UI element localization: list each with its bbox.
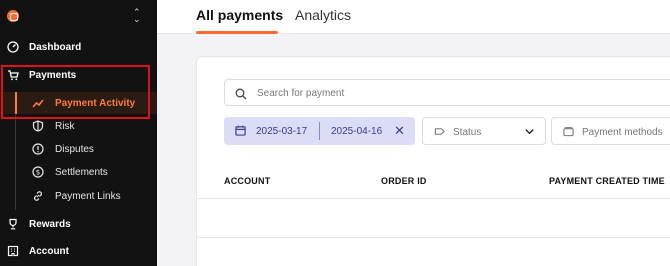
payment-methods-filter[interactable]: Payment methods [551, 117, 670, 145]
trophy-icon [7, 218, 19, 230]
link-icon [32, 190, 44, 202]
sidebar-item-account[interactable]: Account [0, 240, 157, 262]
date-start[interactable]: 2025-03-17 [256, 126, 307, 137]
status-filter-label: Status [453, 127, 482, 138]
sidebar-item-label: Payment Links [55, 190, 121, 202]
tab-all-payments[interactable]: All payments [196, 7, 283, 23]
sidebar-item-label: Dashboard [29, 41, 82, 53]
column-header-account[interactable]: ACCOUNT [224, 176, 270, 186]
status-filter[interactable]: Status [422, 117, 546, 145]
search-icon [235, 87, 247, 105]
highlight-box [1, 65, 150, 119]
date-separator [319, 122, 320, 140]
building-icon [7, 245, 19, 257]
wallet-icon [563, 126, 574, 140]
tag-icon [434, 126, 445, 140]
svg-text:$: $ [36, 169, 40, 177]
sidebar-item-disputes[interactable]: Disputes [0, 139, 157, 159]
sidebar-item-label: Disputes [55, 143, 94, 155]
dashboard-icon [7, 41, 19, 53]
sidebar-item-label: Risk [55, 120, 75, 132]
sidebar-item-rewards[interactable]: Rewards [0, 213, 157, 235]
chevron-down-icon [524, 126, 535, 140]
tab-analytics[interactable]: Analytics [295, 7, 351, 23]
sidebar-item-dashboard[interactable]: Dashboard [0, 36, 157, 58]
date-range-filter[interactable]: 2025-03-17 2025-04-16 ✕ [224, 117, 415, 145]
column-header-payment-created-time[interactable]: PAYMENT CREATED TIME [549, 176, 665, 186]
sidebar-item-payment-links[interactable]: Payment Links [0, 186, 157, 206]
page-header: All payments Analytics [157, 0, 670, 34]
payment-methods-label: Payment methods [582, 127, 663, 138]
table-row[interactable] [197, 200, 670, 238]
payments-card: Search for payment 2025-03-17 2025-04-16… [196, 56, 670, 266]
clear-date-icon[interactable]: ✕ [394, 123, 405, 139]
chevron-updown-icon[interactable]: ⌃ ⌄ [133, 8, 141, 24]
sidebar: ⌃ ⌄ Dashboard Payments Payment Activity R… [0, 0, 157, 266]
brand-logo-icon[interactable] [7, 10, 19, 22]
sidebar-item-label: Rewards [29, 218, 71, 230]
sidebar-item-risk[interactable]: Risk [0, 116, 157, 136]
sidebar-item-settlements[interactable]: $ Settlements [0, 162, 157, 182]
shield-icon [32, 120, 44, 132]
column-header-order-id[interactable]: ORDER ID [381, 176, 427, 186]
dollar-circle-icon: $ [32, 166, 44, 178]
table-header: ACCOUNT ORDER ID PAYMENT CREATED TIME [197, 165, 670, 199]
active-tab-indicator [196, 31, 278, 34]
sidebar-item-label: Settlements [55, 166, 108, 178]
sidebar-item-label: Account [29, 245, 69, 257]
calendar-icon [235, 125, 246, 139]
date-end[interactable]: 2025-04-16 [331, 126, 382, 137]
search-placeholder: Search for payment [257, 88, 345, 99]
search-input[interactable]: Search for payment [224, 79, 670, 106]
alert-circle-icon [32, 143, 44, 155]
